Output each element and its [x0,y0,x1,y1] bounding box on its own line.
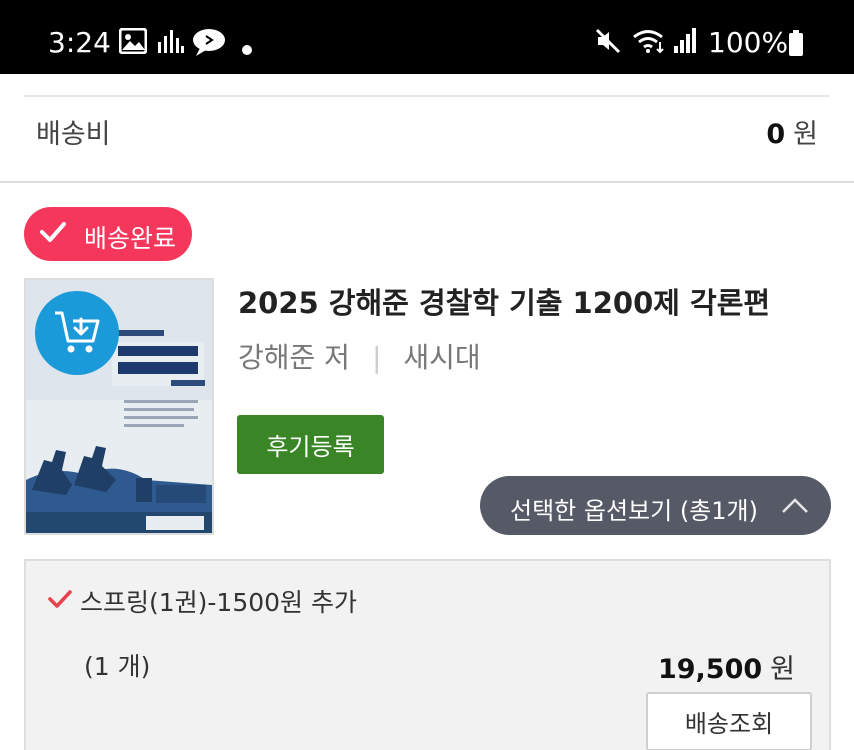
check-icon [40,221,66,247]
product-title[interactable]: 2025 강해준 경찰학 기출 1200제 각론편 [238,280,770,322]
option-price: 19,500 원 [658,647,795,686]
option-price-unit: 원 [770,654,795,685]
section-divider [0,181,854,183]
shipping-fee-label: 배송비 [36,119,111,150]
battery-icon [788,30,804,60]
write-review-button[interactable]: 후기등록 [237,415,384,474]
delivery-status-label: 배송완료 [84,224,177,253]
product-publisher: 새시대 [403,341,481,374]
cell-signal-icon [673,28,697,58]
product-meta: 강해준 저 | 새시대 [238,336,481,376]
mute-icon [595,28,621,58]
option-quantity: (1 개) [84,652,151,681]
gallery-icon [118,27,148,58]
divider [24,95,830,97]
option-name: 스프링(1권)-1500원 추가 [80,588,358,617]
selected-option-panel: 스프링(1권)-1500원 추가 (1 개) 19,500 원 배송조회 [24,559,831,750]
shipping-fee-unit: 원 [793,119,818,150]
cart-download-icon [55,311,100,353]
shipping-fee-value: 0원 [766,112,818,151]
delivery-status-badge: 배송완료 [24,207,192,261]
track-delivery-button[interactable]: 배송조회 [646,692,812,750]
chevron-up-icon [781,496,809,518]
battery-percentage: 100% [708,26,789,59]
cut-off-row [0,74,854,96]
status-time: 3:24 [48,26,111,59]
view-options-toggle[interactable]: 선택한 옵션보기 (총1개) [480,476,831,535]
shipping-fee-amount: 0 [766,119,786,150]
view-options-label: 선택한 옵션보기 (총1개) [510,497,758,525]
signal-bars-icon [157,28,185,58]
shipping-fee-row: 배송비 0원 [0,104,854,154]
chat-bubble-icon [192,28,226,60]
meta-separator: | [371,341,382,374]
add-to-cart-button[interactable] [35,291,119,375]
option-check-icon [48,589,72,613]
product-author: 강해준 저 [238,341,350,374]
wifi-icon [632,28,666,58]
option-price-amount: 19,500 [657,654,763,685]
dot-icon [242,40,252,59]
status-bar: 3:24 100% [0,0,854,74]
